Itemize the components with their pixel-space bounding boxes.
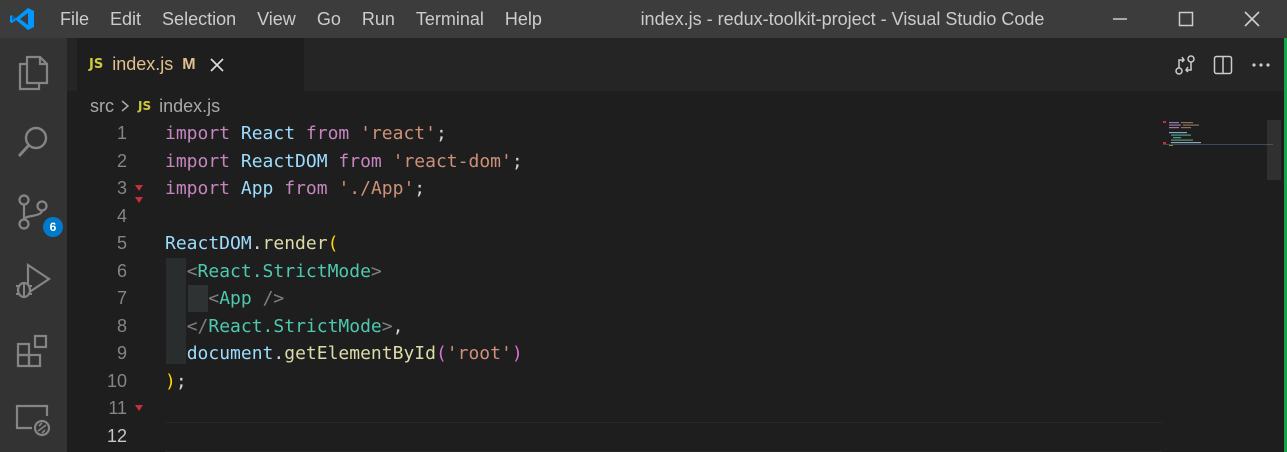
split-editor-icon (1213, 55, 1233, 74)
maximize-button[interactable] (1153, 0, 1219, 38)
menu-go[interactable]: Go (317, 9, 341, 30)
code-line: 5 ReactDOM.render( (67, 230, 1167, 258)
breadcrumb: src JS index.js (90, 92, 220, 120)
git-deleted-marker (135, 405, 143, 411)
line-number: 9 (116, 343, 127, 363)
breadcrumb-folder[interactable]: src (90, 96, 114, 117)
code-line: 6 <React.StrictMode> (67, 258, 1167, 286)
minimap[interactable] (1163, 120, 1273, 160)
line-text: import ReactDOM from 'react-dom'; (165, 150, 523, 172)
split-editor-button[interactable] (1211, 53, 1235, 77)
activity-bar: 6 (0, 38, 67, 452)
title-bar: File Edit Selection View Go Run Terminal… (0, 0, 1287, 38)
menu-file[interactable]: File (60, 9, 89, 30)
maximize-icon (1178, 11, 1194, 27)
open-changes-button[interactable] (1173, 53, 1197, 77)
explorer-button[interactable] (12, 51, 54, 93)
window-title-text: index.js - redux-toolkit-project - Visua… (640, 9, 1045, 29)
code-line: 2 import ReactDOM from 'react-dom'; (67, 148, 1167, 176)
line-number: 7 (116, 288, 127, 308)
code-line: 4 (67, 196, 1167, 231)
tab-label: index.js (112, 54, 174, 74)
explorer-icon (18, 55, 49, 91)
tab-index-js[interactable]: JS index.js M (77, 38, 304, 91)
code-line: 1 import React from 'react'; (67, 120, 1167, 148)
line-text: <React.StrictMode> (186, 260, 382, 282)
minimize-button[interactable] (1087, 0, 1153, 38)
more-actions-button[interactable] (1249, 53, 1273, 77)
tab-bar: JS index.js M (67, 38, 1287, 91)
line-text: </React.StrictMode>, (186, 315, 404, 337)
code-line: 7 <App /> (67, 285, 1167, 313)
run-debug-button[interactable] (12, 260, 54, 302)
line-number: 4 (116, 205, 127, 226)
close-window-button[interactable] (1219, 0, 1285, 38)
menu-bar: File Edit Selection View Go Run Terminal… (60, 0, 563, 38)
code-line: 11 (67, 395, 1167, 423)
menu-view[interactable]: View (257, 9, 296, 30)
minimize-icon (1113, 18, 1127, 20)
remote-explorer-button[interactable] (12, 399, 54, 441)
search-icon (17, 126, 48, 157)
breadcrumb-file[interactable]: index.js (159, 96, 220, 117)
git-deleted-marker (135, 185, 143, 191)
breadcrumb-js-icon: JS (138, 99, 152, 113)
line-number: 12 (106, 425, 127, 446)
vertical-scrollbar[interactable] (1267, 120, 1281, 180)
line-number: 8 (116, 315, 127, 336)
code-editor[interactable]: 1 import React from 'react'; 2 import Reac… (67, 120, 1167, 450)
line-text: import App from './App'; (165, 178, 426, 199)
close-icon (1244, 11, 1260, 27)
extensions-icon (16, 334, 48, 368)
line-number: 6 (116, 260, 127, 281)
vscode-logo-icon (10, 8, 34, 30)
line-number: 11 (108, 398, 127, 418)
menu-selection[interactable]: Selection (162, 9, 236, 30)
compare-changes-icon (1175, 54, 1195, 75)
remote-explorer-icon (15, 404, 51, 437)
line-text: ); (165, 370, 187, 392)
menu-terminal[interactable]: Terminal (416, 9, 484, 30)
git-deleted-marker (135, 196, 143, 203)
line-number: 3 (116, 178, 127, 198)
extensions-button[interactable] (12, 330, 54, 372)
line-number: 5 (116, 233, 127, 253)
code-line: 10); (67, 368, 1167, 396)
tab-close-icon[interactable] (209, 57, 224, 72)
ellipsis-icon (1252, 62, 1270, 67)
search-button[interactable] (12, 121, 54, 163)
line-text: import React from 'react'; (165, 123, 447, 144)
line-text: document.getElementById('root') (186, 343, 523, 364)
menu-help[interactable]: Help (505, 9, 542, 30)
source-control-badge: 6 (43, 217, 63, 237)
line-text: ReactDOM.render( (165, 233, 339, 254)
code-line: 8 </React.StrictMode>, (67, 313, 1167, 341)
source-control-button[interactable]: 6 (12, 191, 63, 237)
editor-actions (1173, 38, 1287, 91)
code-line: 3 import App from './App'; (67, 175, 1167, 203)
code-line: 12 (67, 423, 1167, 451)
line-number: 1 (116, 123, 127, 143)
run-debug-icon (16, 262, 51, 299)
menu-run[interactable]: Run (362, 9, 395, 30)
code-line: 9 document.getElementById('root') (67, 340, 1167, 368)
js-file-icon: JS (89, 57, 104, 72)
line-number: 2 (116, 150, 127, 171)
modified-indicator: M (182, 55, 196, 73)
menu-edit[interactable]: Edit (110, 9, 141, 30)
line-number: 10 (106, 370, 127, 391)
chevron-right-icon (121, 100, 130, 112)
line-text: <App /> (208, 288, 285, 309)
